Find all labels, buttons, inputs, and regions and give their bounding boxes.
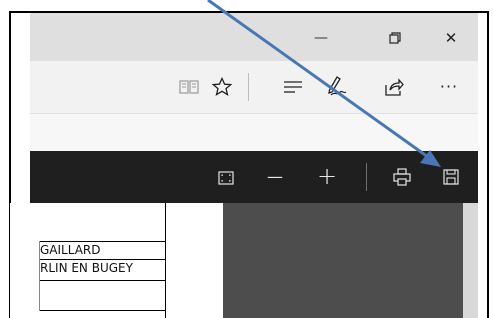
print-icon — [393, 168, 411, 186]
hub-button[interactable] — [282, 76, 304, 98]
save-button[interactable] — [440, 166, 462, 188]
book-icon — [179, 80, 199, 94]
share-button[interactable] — [382, 75, 406, 99]
toolbar-divider — [248, 73, 249, 101]
close-button[interactable]: ✕ — [440, 27, 462, 49]
more-icon: ··· — [439, 77, 459, 96]
pen-icon — [328, 76, 347, 96]
browser-toolbar: ··· — [30, 61, 478, 113]
plus-icon: + — [316, 162, 338, 190]
table-border — [40, 241, 166, 242]
pdf-toolbar-divider — [366, 163, 367, 191]
table-border — [40, 280, 166, 281]
table-border — [165, 203, 166, 318]
favorite-button[interactable] — [210, 75, 234, 99]
pdf-page-preview — [223, 203, 463, 318]
table-border — [39, 241, 40, 311]
close-icon: ✕ — [444, 28, 458, 47]
restore-button[interactable] — [384, 27, 406, 49]
fit-page-button[interactable] — [215, 167, 237, 189]
vertical-scrollbar[interactable] — [463, 203, 478, 318]
zoom-out-button[interactable]: — — [262, 165, 288, 189]
minus-icon: — — [267, 167, 283, 186]
share-icon — [385, 78, 404, 96]
reading-view-button[interactable] — [178, 76, 200, 98]
web-note-button[interactable] — [324, 74, 348, 98]
favorites-bar — [30, 113, 478, 152]
pdf-toolbar: — + — [30, 151, 478, 203]
restore-icon — [389, 32, 401, 44]
fit-page-icon — [218, 171, 234, 185]
title-bar: — ✕ — [30, 13, 478, 61]
save-icon — [443, 169, 459, 185]
minimize-button[interactable]: — — [310, 27, 332, 49]
table-cell: GAILLARD — [40, 243, 101, 257]
hub-icon — [284, 81, 302, 93]
zoom-in-button[interactable]: + — [314, 163, 340, 189]
minimize-icon: — — [314, 30, 328, 46]
more-button[interactable]: ··· — [434, 75, 464, 99]
star-icon — [212, 77, 232, 96]
table-border — [40, 310, 166, 311]
table-cell: RLIN EN BUGEY — [40, 261, 133, 275]
table-border — [40, 259, 166, 260]
print-button[interactable] — [391, 166, 413, 188]
document-table: GAILLARD RLIN EN BUGEY — [10, 203, 166, 318]
